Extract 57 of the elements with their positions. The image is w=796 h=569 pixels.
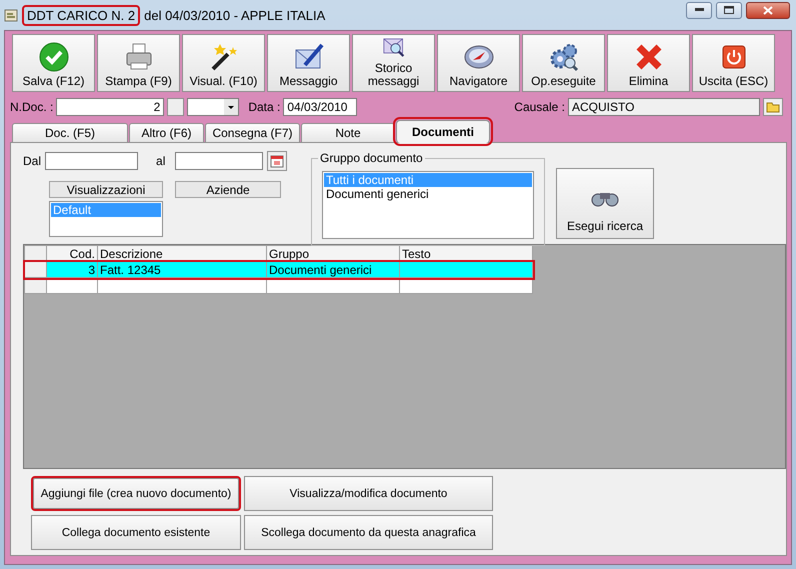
list-item[interactable]: Documenti generici [324,187,532,201]
gears-icon [548,41,580,73]
toolbar-button[interactable]: Storico messaggi [352,34,435,92]
toolbar-button[interactable]: Uscita (ESC) [692,34,775,92]
toolbar-button[interactable]: Messaggio [267,34,350,92]
dropdown-field[interactable] [187,98,240,116]
field-label: Dal [23,154,42,168]
toolbar-button[interactable]: Visual. (F10) [182,34,265,92]
field-label: Causale : [514,100,565,114]
column-header: Visualizzazioni [49,181,163,198]
toolbar-button[interactable]: Elimina [607,34,690,92]
date-from-field[interactable] [45,152,138,170]
column-header: Aziende [175,181,281,198]
folder-button[interactable] [763,98,783,116]
tab[interactable]: Consegna (F7) [205,123,300,142]
causale-field[interactable]: ACQUISTO [568,98,760,116]
table-cell: Documenti generici [266,262,400,278]
tab[interactable]: Note [301,123,395,142]
action-button[interactable]: Scollega documento da questa anagrafica [244,515,493,550]
tab[interactable]: Altro (F6) [129,123,204,142]
minimize-button[interactable] [686,2,712,18]
search-button[interactable]: Esegui ricerca [556,168,654,239]
date-to-field[interactable] [175,152,264,170]
field-label: Data : [248,100,280,114]
close-icon [763,6,773,14]
number-field[interactable]: 2 [56,98,164,116]
action-button[interactable]: Aggiungi file (crea nuovo documento) [31,476,241,511]
group-title: Gruppo documento [318,151,425,165]
tab[interactable]: Documenti [396,120,490,143]
calendar-icon [270,154,284,168]
date-field[interactable]: 04/03/2010 [283,98,358,116]
toolbar-button[interactable]: Op.eseguite [522,34,605,92]
small-button[interactable] [167,98,184,116]
toolbar-button[interactable]: Navigatore [437,34,520,92]
tab[interactable]: Doc. (F5) [12,123,128,142]
check-icon [38,41,70,73]
toolbar-button[interactable]: Salva (F12) [12,34,95,92]
action-button[interactable]: Visualizza/modifica documento [244,476,493,511]
table-cell: Fatt. 12345 [98,262,266,278]
groups-list[interactable]: Tutti i documenti Documenti generici [322,171,534,239]
minimize-icon [694,8,704,12]
maximize-button[interactable] [716,2,742,18]
close-button[interactable] [746,2,790,18]
window-title: DDT CARICO N. 2 [27,8,136,22]
window-subtitle: del 04/03/2010 - APPLE ITALIA [144,8,326,22]
maximize-icon [724,6,734,14]
table-cell: 3 [46,262,98,278]
column-header: Cod. [46,246,98,262]
app-icon [4,8,18,22]
action-button[interactable]: Collega documento esistente [31,515,241,550]
toolbar-button[interactable]: Stampa (F9) [97,34,180,92]
column-header: Descrizione [98,246,266,262]
folder-icon [766,101,780,113]
calendar-button[interactable] [267,151,288,171]
row-header [24,262,46,278]
field-label: N.Doc. : [10,100,54,114]
field-label: al [156,154,166,168]
